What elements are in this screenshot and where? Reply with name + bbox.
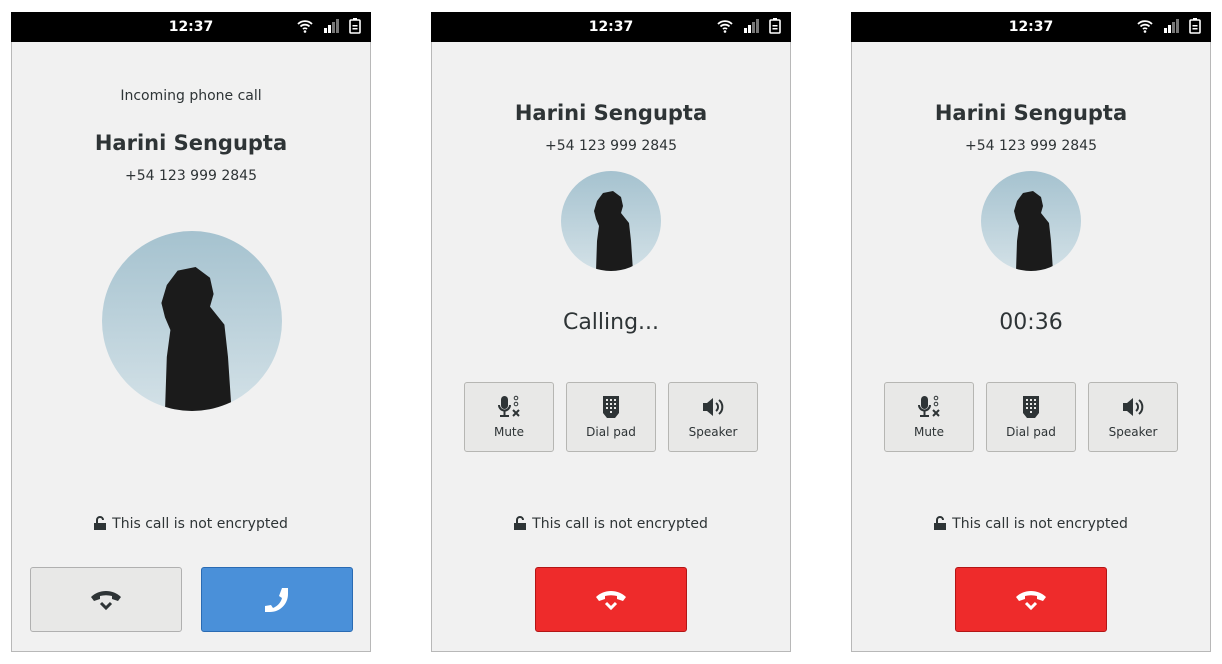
microphone-muted-icon	[498, 395, 520, 417]
encryption-text: This call is not encrypted	[952, 516, 1128, 532]
hang-up-icon	[596, 590, 626, 610]
speaker-icon	[1123, 398, 1144, 416]
call-state: Calling...	[562, 310, 660, 335]
speaker-icon	[703, 398, 724, 416]
active-call-screen: 12:37 Harini Sengupta +54 123 999 2845 0…	[851, 12, 1211, 652]
wifi-icon	[717, 20, 733, 33]
contact-number: +54 123 999 2845	[545, 138, 677, 154]
calling-screen: 12:37 Harini Sengupta +54 123 999 2845 C…	[431, 12, 791, 652]
unlocked-padlock-icon	[934, 516, 947, 530]
unlocked-padlock-icon	[94, 516, 107, 530]
signal-icon	[324, 19, 339, 33]
hang-up-icon	[91, 590, 121, 610]
encryption-text: This call is not encrypted	[112, 516, 288, 532]
hang-up-button[interactable]	[535, 567, 687, 632]
mute-button[interactable]: Mute	[464, 382, 554, 452]
unlocked-padlock-icon	[514, 516, 527, 530]
dial-pad-icon	[1023, 396, 1039, 418]
mute-label: Mute	[493, 425, 525, 439]
hang-up-icon	[1016, 590, 1046, 610]
signal-icon	[1164, 19, 1179, 33]
encryption-status: This call is not encrypted	[432, 516, 790, 532]
contact-avatar	[561, 171, 661, 271]
dial-pad-icon	[603, 396, 619, 418]
call-duration: 00:36	[999, 310, 1063, 335]
contact-number: +54 123 999 2845	[125, 168, 257, 184]
contact-name: Harini Sengupta	[94, 131, 288, 155]
incoming-call-heading: Incoming phone call	[120, 88, 262, 104]
wifi-icon	[1137, 20, 1153, 33]
contact-name: Harini Sengupta	[514, 101, 708, 125]
hang-up-button[interactable]	[955, 567, 1107, 632]
dial-pad-button[interactable]: Dial pad	[566, 382, 656, 452]
decline-call-button[interactable]	[30, 567, 182, 632]
encryption-status: This call is not encrypted	[852, 516, 1210, 532]
dial-pad-button[interactable]: Dial pad	[986, 382, 1076, 452]
signal-icon	[744, 19, 759, 33]
contact-avatar	[102, 231, 282, 411]
contact-name: Harini Sengupta	[934, 101, 1128, 125]
incoming-call-screen: 12:37 Incoming phone call Harini Sengupt…	[11, 12, 371, 652]
speaker-button[interactable]: Speaker	[1088, 382, 1178, 452]
status-bar: 12:37	[11, 12, 371, 42]
dial-pad-label: Dial pad	[1006, 425, 1056, 439]
encryption-text: This call is not encrypted	[532, 516, 708, 532]
dial-pad-label: Dial pad	[586, 425, 636, 439]
mute-label: Mute	[913, 425, 945, 439]
battery-icon	[349, 18, 361, 34]
encryption-status: This call is not encrypted	[12, 516, 370, 532]
status-bar: 12:37	[851, 12, 1211, 42]
wifi-icon	[297, 20, 313, 33]
mute-button[interactable]: Mute	[884, 382, 974, 452]
accept-call-button[interactable]	[201, 567, 353, 632]
speaker-label: Speaker	[1108, 425, 1158, 439]
speaker-label: Speaker	[688, 425, 738, 439]
phone-icon	[265, 587, 288, 612]
battery-icon	[769, 18, 781, 34]
status-bar: 12:37	[431, 12, 791, 42]
microphone-muted-icon	[918, 395, 940, 417]
battery-icon	[1189, 18, 1201, 34]
contact-number: +54 123 999 2845	[965, 138, 1097, 154]
contact-avatar	[981, 171, 1081, 271]
speaker-button[interactable]: Speaker	[668, 382, 758, 452]
